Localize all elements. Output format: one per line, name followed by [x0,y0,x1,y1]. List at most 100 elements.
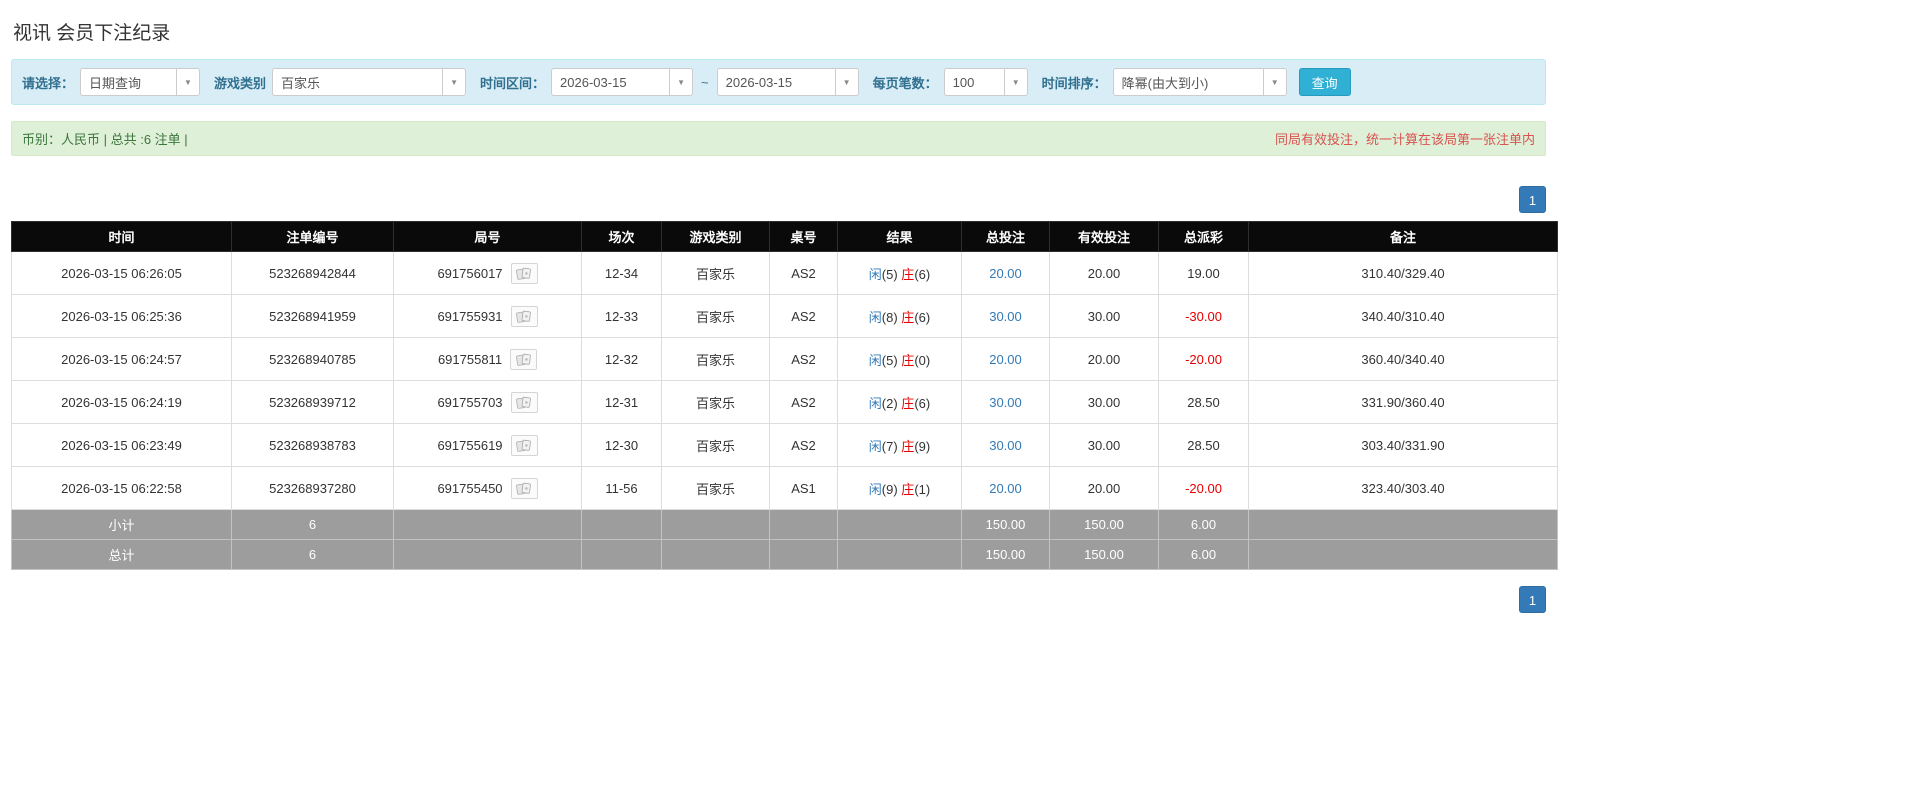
total-bet-link[interactable]: 30.00 [989,438,1022,453]
page-size-caret-button[interactable]: ▼ [1003,68,1028,96]
round-id-wrap: 691755450 [398,477,577,499]
cell-session: 12-31 [581,380,662,424]
cell-game-type: 百家乐 [661,251,770,295]
game-type-dropdown: 百家乐 ▼ [272,68,467,96]
banker-result-label: 庄 [901,309,915,325]
cell-remark: 340.40/310.40 [1248,294,1558,338]
cell-total-bet: 30.00 [961,380,1050,424]
total-bet-link[interactable]: 30.00 [989,309,1022,324]
chevron-down-icon: ▼ [1011,77,1020,87]
cell-session: 12-34 [581,251,662,295]
banker-result-label: 庄 [901,438,915,454]
cell-bet-id: 523268942844 [231,251,394,295]
cell-payout: -30.00 [1158,294,1249,338]
round-id: 691755619 [437,437,503,453]
page-button-1[interactable]: 1 [1519,586,1546,613]
summary-empty [1248,509,1558,540]
total-bet-link[interactable]: 20.00 [989,352,1022,367]
view-round-cards-button[interactable] [510,391,538,413]
page-title: 视讯 会员下注纪录 [13,23,171,44]
summary-total-bet: 150.00 [961,509,1050,540]
cell-table-no: AS2 [769,337,838,381]
cell-valid-bet: 20.00 [1049,337,1159,381]
table-row: 2026-03-15 06:24:19 523268939712 691755703… [11,380,1558,424]
column-header: 桌号 [769,221,838,252]
column-header: 游戏类别 [661,221,770,252]
cell-total-bet: 30.00 [961,294,1050,338]
view-round-cards-button[interactable] [510,477,538,499]
summary-count: 6 [231,539,394,570]
summary-empty [769,539,838,570]
summary-empty [837,539,962,570]
cell-bet-id: 523268940785 [231,337,394,381]
summary-empty [1248,539,1558,570]
chevron-down-icon: ▼ [842,77,851,87]
cell-result: 闲(7) 庄(9) [837,423,962,467]
column-header: 备注 [1248,221,1558,252]
time-sort-caret-button[interactable]: ▼ [1262,68,1287,96]
cell-bet-id: 523268938783 [231,423,394,467]
cell-payout: -20.00 [1158,337,1249,381]
column-header: 局号 [393,221,582,252]
cell-game-type: 百家乐 [661,380,770,424]
select-mode-value[interactable]: 日期查询 [80,68,177,96]
time-sort-label: 时间排序： [1041,75,1107,91]
time-sort-dropdown: 降幂(由大到小) ▼ [1112,68,1287,96]
column-header: 场次 [581,221,662,252]
summary-empty [393,509,582,540]
cell-table-no: AS1 [769,466,838,510]
select-mode-caret-button[interactable]: ▼ [176,68,201,96]
cell-total-bet: 20.00 [961,251,1050,295]
total-bet-link[interactable]: 20.00 [989,266,1022,281]
cell-valid-bet: 20.00 [1049,251,1159,295]
valid-bet-notice-text: 同局有效投注，统一计算在该局第一张注单内 [1274,132,1535,147]
cell-table-no: AS2 [769,294,838,338]
filter-bar: 请选择： 日期查询 ▼ 游戏类别 百家乐 ▼ 时间区间： 2026-03-15 … [11,59,1546,105]
view-round-cards-button[interactable] [510,348,538,370]
time-sort-value[interactable]: 降幂(由大到小) [1112,68,1263,96]
cell-remark: 360.40/340.40 [1248,337,1558,381]
cards-icon [516,482,531,495]
player-result-label: 闲 [868,395,882,411]
date-to-caret-button[interactable]: ▼ [834,68,859,96]
game-type-caret-button[interactable]: ▼ [442,68,467,96]
total-bet-link[interactable]: 30.00 [989,395,1022,410]
select-mode-label: 请选择： [22,75,75,91]
cell-time: 2026-03-15 06:22:58 [11,466,232,510]
cell-session: 12-30 [581,423,662,467]
column-header: 注单编号 [231,221,394,252]
date-from-caret-button[interactable]: ▼ [669,68,694,96]
cell-payout: -20.00 [1158,466,1249,510]
cell-session: 12-32 [581,337,662,381]
page-button-1[interactable]: 1 [1519,186,1546,213]
cell-time: 2026-03-15 06:26:05 [11,251,232,295]
date-to-value[interactable]: 2026-03-15 [716,68,835,96]
cell-total-bet: 20.00 [961,466,1050,510]
cell-table-no: AS2 [769,380,838,424]
cell-round-id: 691755811 [393,337,582,381]
page-size-value[interactable]: 100 [943,68,1004,96]
total-bet-link[interactable]: 20.00 [989,481,1022,496]
summary-empty [661,539,770,570]
table-row: 2026-03-15 06:25:36 523268941959 691755931… [11,294,1558,338]
cell-game-type: 百家乐 [661,466,770,510]
banker-result-label: 庄 [901,481,915,497]
game-type-value[interactable]: 百家乐 [272,68,443,96]
view-round-cards-button[interactable] [510,305,538,327]
round-id: 691755811 [437,351,503,367]
bet-records-table: 时间 注单编号 局号 场次 游戏类别 桌号 结果 总投注 有效投注 总派彩 备注 2026-03-1… [11,221,1558,570]
table-row: 2026-03-15 06:26:05 523268942844 691756017… [11,251,1558,295]
date-from-dropdown: 2026-03-15 ▼ [551,68,694,96]
cell-payout: 28.50 [1158,423,1249,467]
view-round-cards-button[interactable] [510,262,538,284]
date-from-value[interactable]: 2026-03-15 [551,68,670,96]
cell-session: 11-56 [581,466,662,510]
cell-result: 闲(5) 庄(0) [837,337,962,381]
chevron-down-icon: ▼ [450,77,458,87]
search-button[interactable]: 查询 [1298,68,1351,96]
column-header: 有效投注 [1049,221,1159,252]
round-id-wrap: 691755619 [398,434,577,456]
cell-bet-id: 523268941959 [231,294,394,338]
view-round-cards-button[interactable] [510,434,538,456]
player-result-label: 闲 [868,481,882,497]
